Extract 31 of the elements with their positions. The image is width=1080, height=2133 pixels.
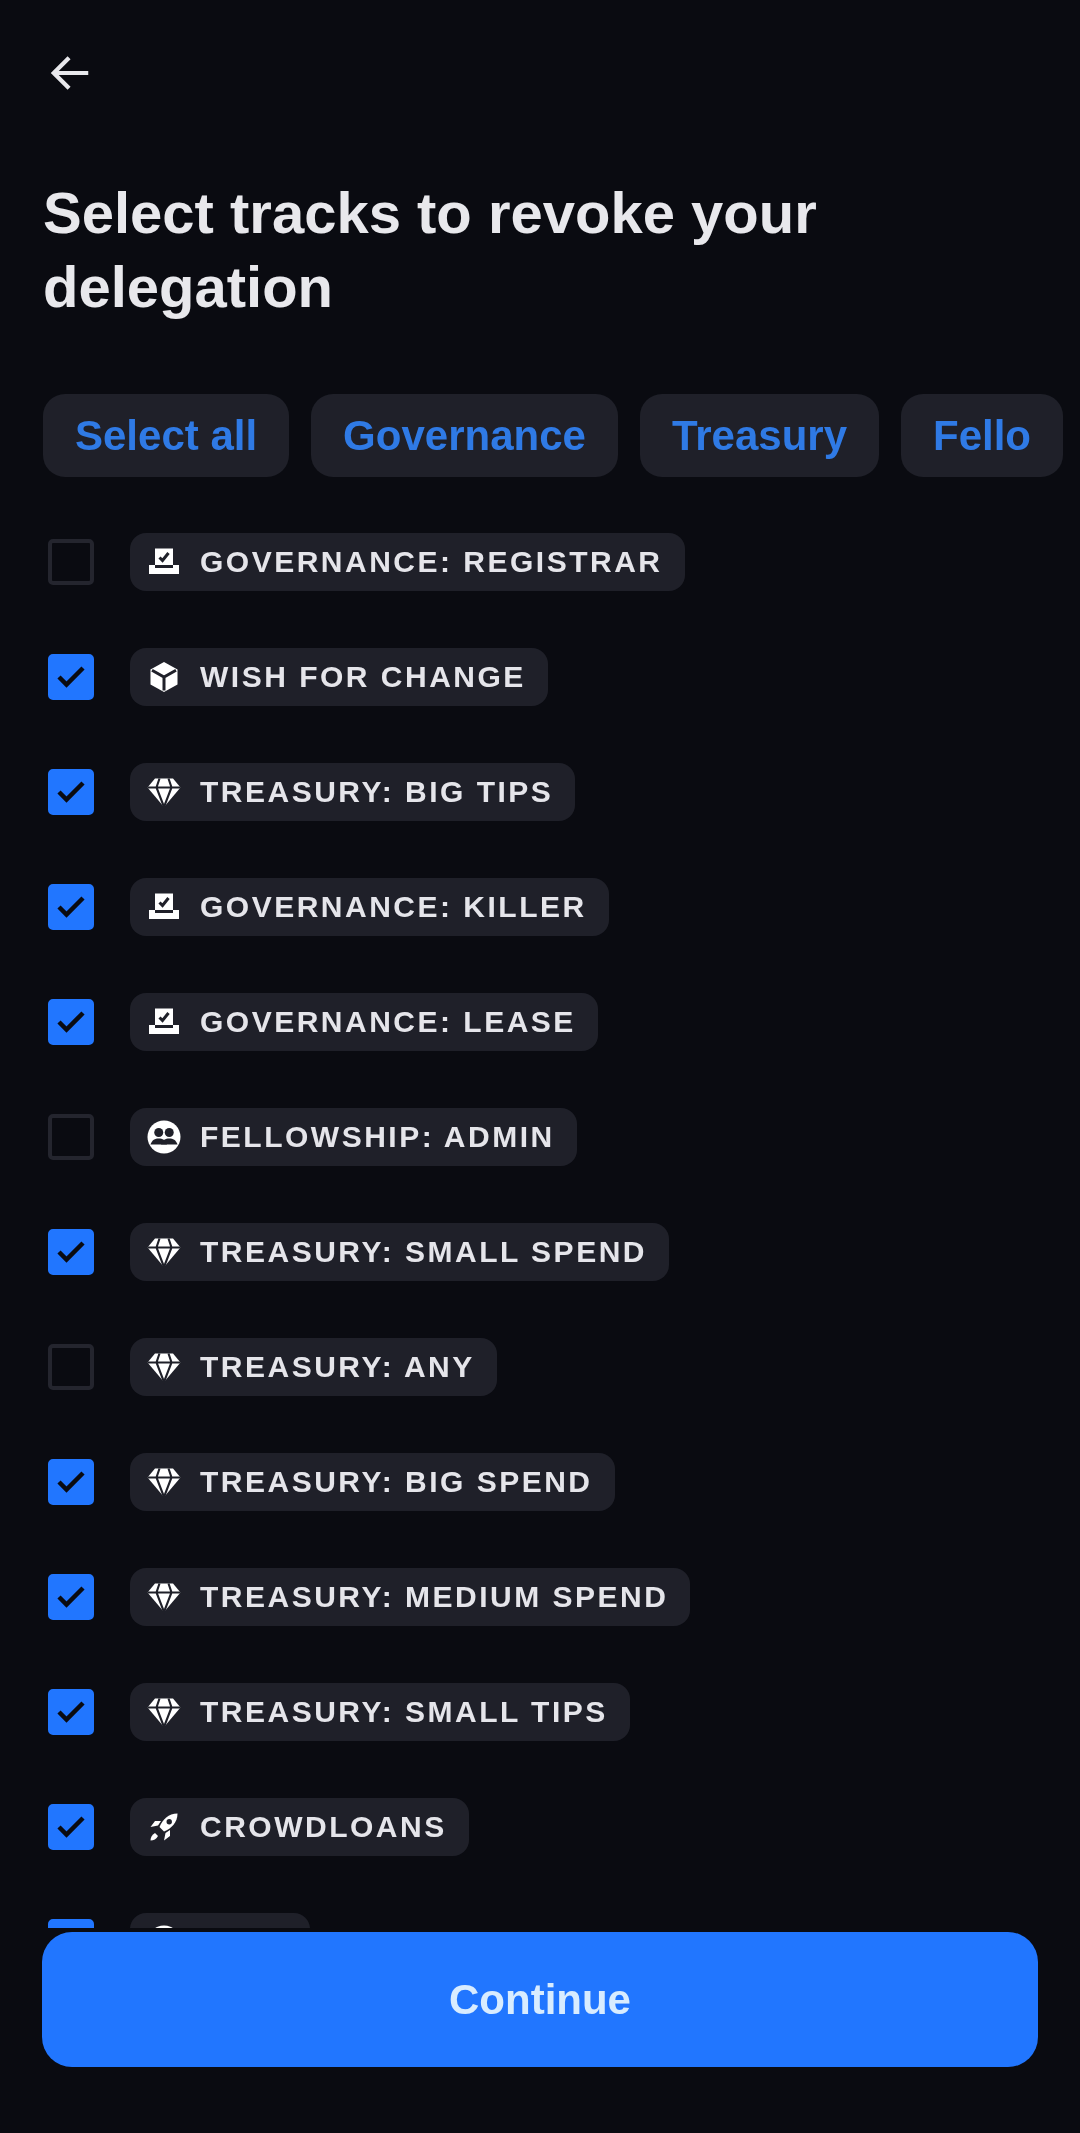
checkbox[interactable] <box>48 654 94 700</box>
track-label: TREASURY: SMALL TIPS <box>200 1695 608 1729</box>
checkbox[interactable] <box>48 769 94 815</box>
checkbox[interactable] <box>48 1114 94 1160</box>
continue-button[interactable]: Continue <box>42 1932 1038 2067</box>
track-label: CROWDLOANS <box>200 1810 447 1844</box>
track-label: TREASURY: BIG TIPS <box>200 775 554 809</box>
track-label: GOVERNANCE: REGISTRAR <box>200 545 663 579</box>
track-label: TREASURY: MEDIUM SPEND <box>200 1580 669 1614</box>
checkbox[interactable] <box>48 1689 94 1735</box>
track-label: GOVERNANCE: KILLER <box>200 890 587 924</box>
track-label: TREASURY: BIG SPEND <box>200 1465 593 1499</box>
filter-chip[interactable]: Treasury <box>639 394 879 477</box>
checkbox[interactable] <box>48 1459 94 1505</box>
track-label: GOVERNANCE: LEASE <box>200 1005 576 1039</box>
track-label: FELLOWSHIP: ADMIN <box>200 1120 555 1154</box>
track-label: TREASURY: SMALL SPEND <box>200 1235 647 1269</box>
checkbox[interactable] <box>48 1804 94 1850</box>
filter-chip[interactable]: Fello <box>901 394 1064 477</box>
filter-chip[interactable]: Governance <box>311 394 618 477</box>
people-icon <box>146 1119 182 1155</box>
track-label: TREASURY: ANY <box>200 1350 475 1384</box>
checkbox[interactable] <box>48 1344 94 1390</box>
checkbox[interactable] <box>48 999 94 1045</box>
page-title: Select tracks to revoke your delegation <box>43 179 818 321</box>
checkbox[interactable] <box>48 884 94 930</box>
checkbox[interactable] <box>48 1229 94 1275</box>
track-label: WISH FOR CHANGE <box>200 660 526 694</box>
checkbox[interactable] <box>48 1574 94 1620</box>
filter-chip[interactable]: Select all <box>43 394 290 477</box>
checkbox[interactable] <box>48 539 94 585</box>
